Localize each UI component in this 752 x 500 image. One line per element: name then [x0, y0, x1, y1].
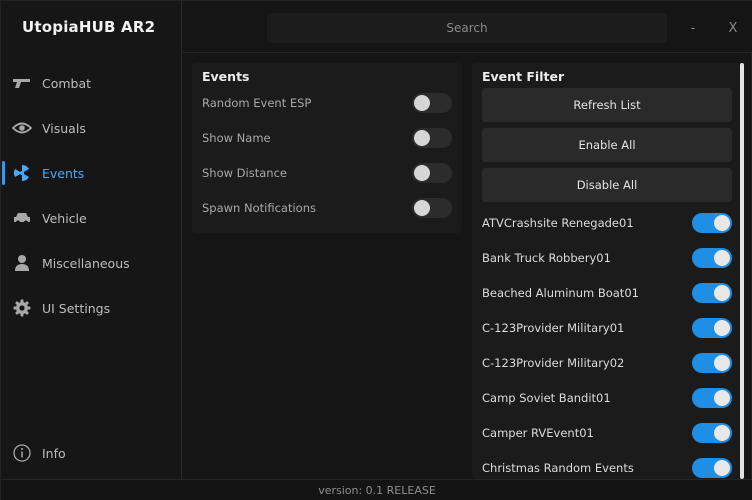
option-label: Show Distance [202, 166, 287, 180]
filter-item-label: Bank Truck Robbery01 [482, 251, 611, 265]
filter-item-label: Christmas Random Events [482, 461, 634, 475]
sidebar-item-label: UI Settings [42, 300, 111, 316]
enable-all-button[interactable]: Enable All [482, 128, 732, 162]
scrollbar-thumb[interactable] [740, 63, 744, 479]
option-label: Random Event ESP [202, 96, 312, 110]
filter-toggle[interactable] [692, 213, 732, 233]
gear-icon [12, 298, 32, 318]
events-panel: Events Random Event ESP Show Name Show D… [192, 63, 462, 233]
toggle-knob [714, 285, 730, 301]
disable-all-button[interactable]: Disable All [482, 168, 732, 202]
sidebar-item-label: Visuals [42, 120, 86, 136]
panel-title: Event Filter [482, 69, 565, 84]
filter-item-label: Camp Soviet Bandit01 [482, 391, 611, 405]
show-distance-toggle[interactable] [412, 163, 452, 183]
sidebar: UtopiaHUB AR2 Combat Visuals Events Vehi… [1, 1, 182, 479]
active-indicator [2, 161, 5, 185]
app-window: UtopiaHUB AR2 Combat Visuals Events Vehi… [0, 0, 752, 500]
toggle-knob [414, 95, 430, 111]
toggle-knob [414, 200, 430, 216]
sidebar-item-vehicle[interactable]: Vehicle [1, 203, 181, 233]
search-input[interactable] [267, 13, 667, 43]
sidebar-item-label: Events [42, 165, 85, 181]
sidebar-item-events[interactable]: Events [1, 158, 181, 188]
eye-icon [12, 118, 32, 138]
top-bar: - X [182, 1, 752, 53]
radiation-icon [12, 163, 32, 183]
close-button[interactable]: X [718, 13, 748, 43]
filter-toggle[interactable] [692, 423, 732, 443]
filter-toggle[interactable] [692, 318, 732, 338]
sidebar-item-label: Vehicle [42, 210, 87, 226]
show-name-toggle[interactable] [412, 128, 452, 148]
toggle-knob [714, 355, 730, 371]
sidebar-item-miscellaneous[interactable]: Miscellaneous [1, 248, 181, 278]
version-label: version: 0.1 RELEASE [318, 484, 436, 497]
app-title: UtopiaHUB AR2 [22, 18, 156, 36]
toggle-knob [414, 130, 430, 146]
sidebar-item-ui-settings[interactable]: UI Settings [1, 293, 181, 323]
filter-item-label: C-123Provider Military02 [482, 356, 625, 370]
filter-item-label: Camper RVEvent01 [482, 426, 594, 440]
filter-toggle[interactable] [692, 353, 732, 373]
sidebar-item-visuals[interactable]: Visuals [1, 113, 181, 143]
toggle-knob [714, 320, 730, 336]
refresh-list-button[interactable]: Refresh List [482, 88, 732, 122]
filter-toggle[interactable] [692, 248, 732, 268]
panel-title: Events [202, 69, 250, 84]
minimize-button[interactable]: - [678, 13, 708, 43]
event-filter-panel: Event Filter Refresh List Enable All Dis… [472, 63, 740, 479]
status-bar: version: 0.1 RELEASE [1, 479, 752, 500]
sidebar-item-combat[interactable]: Combat [1, 68, 181, 98]
filter-item-label: C-123Provider Military01 [482, 321, 625, 335]
filter-toggle[interactable] [692, 283, 732, 303]
sidebar-item-label: Combat [42, 75, 92, 91]
sidebar-item-label: Miscellaneous [42, 255, 130, 271]
car-icon [12, 208, 32, 228]
sidebar-item-info[interactable]: Info [1, 438, 181, 468]
filter-toggle[interactable] [692, 388, 732, 408]
toggle-knob [714, 215, 730, 231]
toggle-knob [414, 165, 430, 181]
filter-item-label: Beached Aluminum Boat01 [482, 286, 639, 300]
gun-icon [12, 73, 32, 93]
toggle-knob [714, 390, 730, 406]
toggle-knob [714, 460, 730, 476]
filter-item-label: ATVCrashsite Renegade01 [482, 216, 634, 230]
option-label: Spawn Notifications [202, 201, 316, 215]
toggle-knob [714, 425, 730, 441]
filter-scrollbar[interactable] [740, 63, 744, 479]
option-label: Show Name [202, 131, 271, 145]
random-event-esp-toggle[interactable] [412, 93, 452, 113]
spawn-notifications-toggle[interactable] [412, 198, 452, 218]
user-icon [12, 253, 32, 273]
toggle-knob [714, 250, 730, 266]
filter-toggle[interactable] [692, 458, 732, 478]
info-icon [12, 443, 32, 463]
sidebar-item-label: Info [42, 445, 66, 461]
